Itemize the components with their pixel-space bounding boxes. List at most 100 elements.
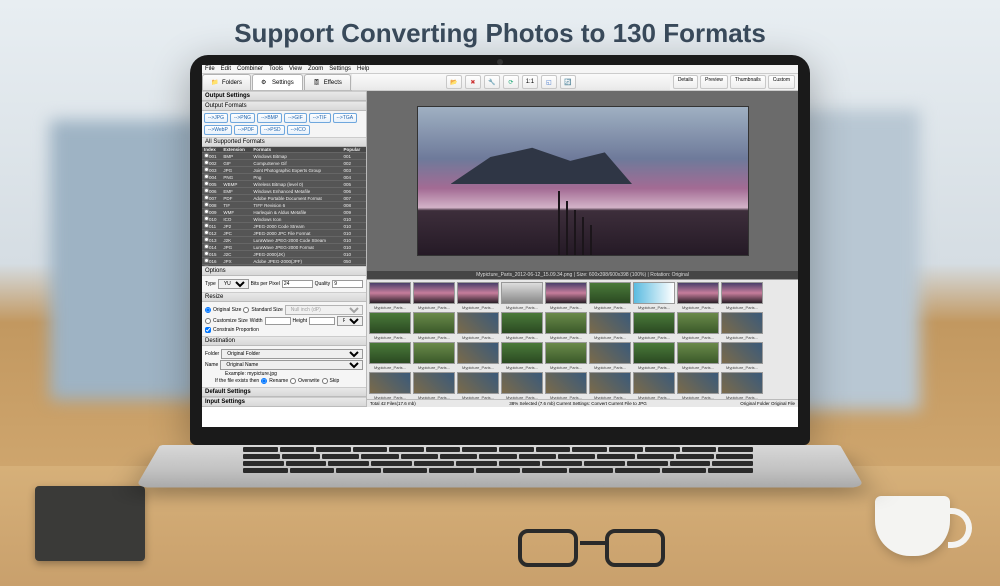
thumbnail[interactable]: Mypicture_Paris... (369, 372, 411, 399)
thumbnail[interactable]: Mypicture_Paris... (545, 372, 587, 399)
table-row[interactable]: 014JPGLuraWave JPEG-2000 Format010 (202, 244, 366, 251)
thumbnail[interactable]: Mypicture_Paris... (413, 312, 455, 340)
tool-1to1[interactable]: 1:1 (522, 75, 538, 89)
name-select[interactable]: Original Name (220, 360, 363, 370)
constrain-check[interactable] (205, 327, 211, 333)
quality-input[interactable] (332, 280, 363, 288)
view-thumbnails[interactable]: Thumbnails (730, 75, 766, 89)
row-check[interactable] (204, 181, 209, 186)
tool-convert[interactable]: 🔄 (560, 75, 576, 89)
table-row[interactable]: 013J2KLuraWave JPEG-2000 Code Stream010 (202, 237, 366, 244)
thumbnail[interactable]: Mypicture_Paris... (457, 342, 499, 370)
folder-select[interactable]: Original Folder (221, 349, 363, 359)
thumbnail[interactable]: Mypicture_Paris... (369, 312, 411, 340)
table-row[interactable]: 007PDFAdobe Portable Document Format007 (202, 195, 366, 202)
row-check[interactable] (204, 251, 209, 256)
menu-zoom[interactable]: Zoom (308, 66, 323, 72)
thumbnail[interactable]: Mypicture_Paris... (413, 342, 455, 370)
thumbnail[interactable]: Mypicture_Paris... (501, 372, 543, 399)
row-check[interactable] (204, 153, 209, 158)
exists-skip-radio[interactable] (322, 378, 328, 384)
row-check[interactable] (204, 160, 209, 165)
fmt-quick-button[interactable]: -->WebP (204, 125, 232, 135)
menu-settings[interactable]: Settings (329, 66, 351, 72)
thumbnail[interactable]: Mypicture_Paris... (501, 282, 543, 310)
row-check[interactable] (204, 223, 209, 228)
view-details[interactable]: Details (673, 75, 698, 89)
thumbnail[interactable]: Mypicture_Paris... (633, 282, 675, 310)
row-check[interactable] (204, 258, 209, 263)
thumbnail[interactable]: Mypicture_Paris... (545, 312, 587, 340)
fmt-quick-button[interactable]: -->PDF (234, 125, 258, 135)
fmt-quick-button[interactable]: -->ICO (287, 125, 310, 135)
resize-custom-radio[interactable] (205, 318, 211, 324)
exists-overwrite-radio[interactable] (290, 378, 296, 384)
unit-select[interactable]: Pixel (337, 316, 363, 326)
resize-original-radio[interactable] (205, 307, 211, 313)
thumbnail[interactable]: Mypicture_Paris... (545, 282, 587, 310)
thumbnail[interactable]: Mypicture_Paris... (721, 372, 763, 399)
menu-edit[interactable]: Edit (221, 66, 231, 72)
menu-tools[interactable]: Tools (269, 66, 283, 72)
thumbnail[interactable]: Mypicture_Paris... (457, 372, 499, 399)
table-row[interactable]: 002GIFCompuServe Gif002 (202, 160, 366, 167)
view-preview[interactable]: Preview (700, 75, 728, 89)
resize-standard-radio[interactable] (243, 307, 249, 313)
thumbnail[interactable]: Mypicture_Paris... (721, 342, 763, 370)
tool-fit[interactable]: ◱ (541, 75, 557, 89)
fmt-quick-button[interactable]: -->JPG (204, 113, 228, 123)
row-check[interactable] (204, 188, 209, 193)
table-row[interactable]: 005WBMPWireless Bitmap (level 0)005 (202, 181, 366, 188)
thumbnail[interactable]: Mypicture_Paris... (457, 312, 499, 340)
table-row[interactable]: 001BMPWindows Bitmap001 (202, 153, 366, 160)
thumbnail[interactable]: Mypicture_Paris... (677, 342, 719, 370)
thumbnail[interactable]: Mypicture_Paris... (677, 372, 719, 399)
preview-image-container[interactable] (367, 91, 798, 271)
thumbnail[interactable]: Mypicture_Paris... (721, 312, 763, 340)
row-check[interactable] (204, 244, 209, 249)
type-select[interactable]: YUV 4:4:4 (218, 279, 249, 289)
tab-settings[interactable]: ⚙ Settings (252, 74, 303, 90)
fmt-quick-button[interactable]: -->TIF (309, 113, 331, 123)
thumbnail[interactable]: Mypicture_Paris... (633, 372, 675, 399)
menu-file[interactable]: File (205, 66, 215, 72)
thumbnail[interactable]: Mypicture_Paris... (589, 282, 631, 310)
thumbnail[interactable]: Mypicture_Paris... (677, 282, 719, 310)
height-input[interactable] (309, 317, 335, 325)
section-input-settings[interactable]: Input Settings (202, 397, 366, 407)
tool-rotate[interactable]: ⟳ (503, 75, 519, 89)
thumbnail[interactable]: Mypicture_Paris... (501, 312, 543, 340)
thumbnail[interactable]: Mypicture_Paris... (413, 372, 455, 399)
fmt-quick-button[interactable]: -->PSD (260, 125, 285, 135)
tab-folders[interactable]: 📁 Folders (202, 74, 251, 90)
menu-combiner[interactable]: Combiner (237, 66, 263, 72)
tool-open[interactable]: 📂 (446, 75, 462, 89)
fmt-quick-button[interactable]: -->PNG (230, 113, 255, 123)
table-row[interactable]: 008TIFTIFF Revision 6008 (202, 202, 366, 209)
table-row[interactable]: 012JPCJPEG-2000 JPC File Format010 (202, 230, 366, 237)
menu-help[interactable]: Help (357, 66, 369, 72)
resize-standard-select[interactable]: Null inch (dP) (285, 305, 363, 315)
table-row[interactable]: 003JPGJoint Photographic Experts Group00… (202, 167, 366, 174)
table-row[interactable]: 015J2CJPEG-2000(JK)010 (202, 251, 366, 258)
section-default-settings[interactable]: Default Settings (202, 387, 366, 397)
thumbnail[interactable]: Mypicture_Paris... (413, 282, 455, 310)
thumbnail[interactable]: Mypicture_Paris... (633, 342, 675, 370)
width-input[interactable] (265, 317, 291, 325)
table-row[interactable]: 010ICOWindows Icon010 (202, 216, 366, 223)
fmt-quick-button[interactable]: -->GIF (284, 113, 307, 123)
thumbnail[interactable]: Mypicture_Paris... (457, 282, 499, 310)
row-check[interactable] (204, 202, 209, 207)
table-row[interactable]: 006EMFWindows Enhanced Metafile006 (202, 188, 366, 195)
thumbnail[interactable]: Mypicture_Paris... (369, 342, 411, 370)
formats-table[interactable]: IndexExtensionFormatsPopular001BMPWindow… (202, 147, 366, 266)
fmt-quick-button[interactable]: -->BMP (257, 113, 282, 123)
tool-remove[interactable]: ✖ (465, 75, 481, 89)
thumbnail[interactable]: Mypicture_Paris... (501, 342, 543, 370)
row-check[interactable] (204, 174, 209, 179)
row-check[interactable] (204, 209, 209, 214)
row-check[interactable] (204, 216, 209, 221)
thumbnail[interactable]: Mypicture_Paris... (589, 342, 631, 370)
thumbnail[interactable]: Mypicture_Paris... (677, 312, 719, 340)
thumbnail-grid[interactable]: Mypicture_Paris...Mypicture_Paris...Mypi… (367, 279, 798, 399)
